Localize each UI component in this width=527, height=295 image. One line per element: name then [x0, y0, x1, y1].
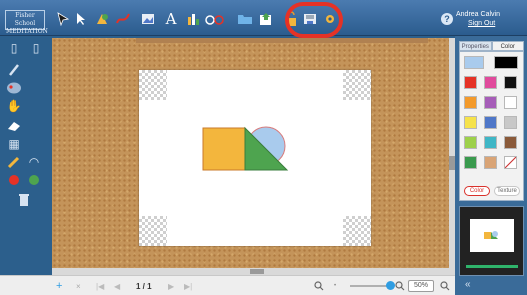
no-color-swatch[interactable] — [504, 156, 517, 169]
shape-group[interactable] — [201, 126, 291, 172]
select-arrow-icon[interactable] — [55, 11, 71, 27]
trash-icon[interactable] — [16, 192, 32, 208]
pen-icon[interactable] — [115, 11, 131, 27]
page-thumbnail[interactable] — [470, 219, 514, 252]
image-icon[interactable] — [140, 11, 156, 27]
color-swatch[interactable] — [464, 116, 477, 129]
color-swatch[interactable] — [484, 96, 497, 109]
left-toolbar: ▯ ▯ ✋ ▦ ◠ — [0, 36, 52, 276]
color-swatch[interactable] — [504, 76, 517, 89]
thumbnail-progress — [466, 265, 518, 268]
add-page-button[interactable]: + — [56, 280, 62, 292]
color-mode-button[interactable]: Color — [464, 186, 490, 196]
color-swatch[interactable] — [464, 136, 477, 149]
chart-icon[interactable] — [185, 11, 201, 27]
page-indicator: 1 / 1 — [136, 281, 152, 291]
bottom-toolbar: + × |◀ ◀ 1 / 1 ▶ ▶| • 50% — [52, 275, 455, 295]
color-swatch[interactable] — [464, 96, 477, 109]
page-margin-corner — [343, 70, 371, 100]
eraser-icon[interactable] — [6, 118, 22, 134]
right-panel: Properties Color Color Texture « — [455, 36, 527, 295]
horizontal-scrollbar[interactable] — [52, 268, 455, 275]
user-info: Andrea Calvin Sign Out — [456, 10, 522, 28]
export-icon[interactable] — [258, 11, 274, 27]
folder-icon[interactable] — [237, 11, 253, 27]
texture-mode-button[interactable]: Texture — [494, 186, 520, 196]
scroll-thumb[interactable] — [250, 269, 264, 274]
zoom-min-dot: • — [334, 283, 337, 289]
page-margin-corner — [139, 216, 167, 246]
lasso-icon[interactable]: ◠ — [26, 154, 42, 170]
color-swatch[interactable] — [484, 76, 497, 89]
brush-icon[interactable] — [6, 62, 22, 78]
next-page-icon[interactable]: ▶ — [168, 280, 174, 292]
zoom-select[interactable]: 50% — [408, 280, 434, 292]
text-icon[interactable]: A — [163, 10, 179, 28]
color-panel: Color Texture — [459, 51, 524, 201]
page-margin-corner — [139, 70, 167, 100]
left-bottom-bar — [0, 275, 52, 295]
highlight-annotation — [285, 2, 343, 38]
last-page-icon[interactable]: ▶| — [184, 280, 192, 292]
panel-tabs: Properties Color — [459, 41, 524, 51]
zoom-in-icon[interactable] — [395, 280, 405, 292]
tab-color[interactable]: Color — [491, 41, 524, 51]
record-icon[interactable] — [6, 172, 22, 188]
sign-out-link[interactable]: Sign Out — [456, 19, 522, 28]
stroke-color-swatch[interactable] — [494, 56, 518, 69]
grid-icon[interactable]: ▦ — [6, 136, 22, 152]
hand-icon[interactable]: ✋ — [6, 98, 22, 114]
orange-square-shape — [202, 127, 246, 171]
collapse-panel-icon[interactable]: « — [465, 279, 471, 290]
fill-color-swatch[interactable] — [464, 56, 484, 69]
palette-icon[interactable] — [6, 80, 22, 96]
glasses-icon[interactable] — [204, 11, 224, 27]
dot-icon[interactable] — [26, 172, 42, 188]
first-page-icon[interactable]: |◀ — [96, 280, 104, 292]
zoom-slider-knob[interactable] — [386, 281, 395, 290]
fill-shape-icon[interactable] — [94, 11, 110, 27]
page-margin-corner — [343, 216, 371, 246]
ruler — [136, 38, 428, 43]
slide-page[interactable] — [139, 70, 371, 246]
redo-icon[interactable]: ▯ — [28, 40, 44, 56]
tab-properties[interactable]: Properties — [459, 41, 492, 51]
fit-zoom-icon[interactable] — [440, 280, 450, 292]
color-swatch[interactable] — [484, 136, 497, 149]
zoom-out-icon[interactable] — [314, 280, 324, 292]
help-icon[interactable]: ? — [441, 13, 453, 25]
color-swatch[interactable] — [504, 116, 517, 129]
color-swatch[interactable] — [464, 156, 477, 169]
color-swatch[interactable] — [484, 156, 497, 169]
zoom-slider[interactable] — [350, 281, 395, 290]
canvas-area[interactable] — [52, 38, 455, 274]
top-toolbar: Fisher School MEDITATION A ? Andrea Calv… — [0, 0, 527, 38]
color-swatch[interactable] — [484, 116, 497, 129]
prev-page-icon[interactable]: ◀ — [114, 280, 120, 292]
color-swatch[interactable] — [464, 76, 477, 89]
remove-page-button[interactable]: × — [76, 280, 81, 292]
color-swatch[interactable] — [504, 136, 517, 149]
app-logo: Fisher School MEDITATION — [5, 10, 48, 35]
color-swatch[interactable] — [504, 96, 517, 109]
pointer-icon[interactable] — [73, 11, 89, 27]
page-thumbnails[interactable] — [459, 206, 524, 276]
user-name: Andrea Calvin — [456, 11, 500, 18]
undo-icon[interactable]: ▯ — [6, 40, 22, 56]
pencil-icon[interactable] — [6, 154, 22, 170]
